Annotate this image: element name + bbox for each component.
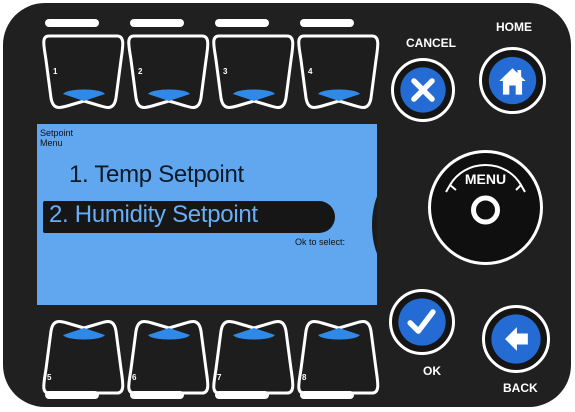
soft-key-2[interactable]: 2 [124,28,214,132]
ok-button-label: OK [423,364,441,378]
soft-key-6[interactable]: 6 [124,297,214,401]
soft-key-2-indicator [130,19,184,27]
menu-option-temp-setpoint[interactable]: 1. Temp Setpoint [69,161,244,189]
soft-key-8-indicator [300,391,354,399]
soft-key-4-indicator [300,19,354,27]
screen-title-line-2: Menu [40,138,63,148]
back-button[interactable] [482,305,550,373]
soft-key-1-shape [42,34,125,110]
home-button[interactable] [479,47,546,114]
checkmark-icon [398,298,446,346]
soft-key-6-shape [127,319,210,395]
menu-option-humidity-setpoint[interactable]: 2. Humidity Setpoint [43,201,335,233]
cancel-button[interactable] [391,58,455,122]
soft-key-3-number: 3 [223,67,228,76]
house-icon [488,56,537,105]
soft-key-1-number: 1 [53,67,58,76]
soft-key-1-indicator [45,19,99,27]
soft-key-5[interactable]: 5 [39,297,129,401]
menu-dial[interactable]: MENU [428,150,543,265]
home-button-label: HOME [496,20,532,34]
x-icon [400,67,446,113]
soft-key-5-indicator [45,391,99,399]
screen-title: Setpoint Menu [40,128,73,148]
soft-key-8-shape [297,319,380,395]
back-button-label: BACK [503,381,538,395]
soft-key-7-shape [212,319,295,395]
soft-key-3-shape [212,34,295,110]
back-arrow-icon [491,314,541,364]
soft-key-1[interactable]: 1 [39,28,129,132]
soft-key-3[interactable]: 3 [209,28,299,132]
soft-key-4[interactable]: 4 [294,28,384,132]
soft-key-8[interactable]: 8 [294,297,384,401]
soft-key-4-number: 4 [308,67,313,76]
soft-key-2-shape [127,34,210,110]
ok-to-select-hint: Ok to select: [294,237,345,247]
soft-key-6-indicator [130,391,184,399]
screen-title-line-1: Setpoint [40,128,74,138]
soft-key-5-shape [42,319,125,395]
soft-key-5-number: 5 [47,373,52,382]
soft-key-4-shape [297,34,380,110]
screen-wheel-icon [372,196,377,254]
soft-key-3-indicator [215,19,269,27]
soft-key-6-number: 6 [132,373,137,382]
soft-key-2-number: 2 [138,67,143,76]
ok-button[interactable] [389,289,455,355]
cancel-button-label: CANCEL [406,36,456,50]
lcd-screen: Setpoint Menu 1. Temp Setpoint 2. Humidi… [37,124,377,305]
control-panel-screenshot: 1 2 3 4 Setpoint Menu 1. Temp Setpoint 2… [0,0,575,412]
soft-key-7-number: 7 [217,373,222,382]
rotary-knob-icon: MENU [445,163,526,225]
soft-key-7-indicator [215,391,269,399]
menu-dial-label: MENU [465,171,506,187]
soft-key-8-number: 8 [302,373,307,382]
control-panel: 1 2 3 4 Setpoint Menu 1. Temp Setpoint 2… [3,3,571,407]
soft-key-7[interactable]: 7 [209,297,299,401]
